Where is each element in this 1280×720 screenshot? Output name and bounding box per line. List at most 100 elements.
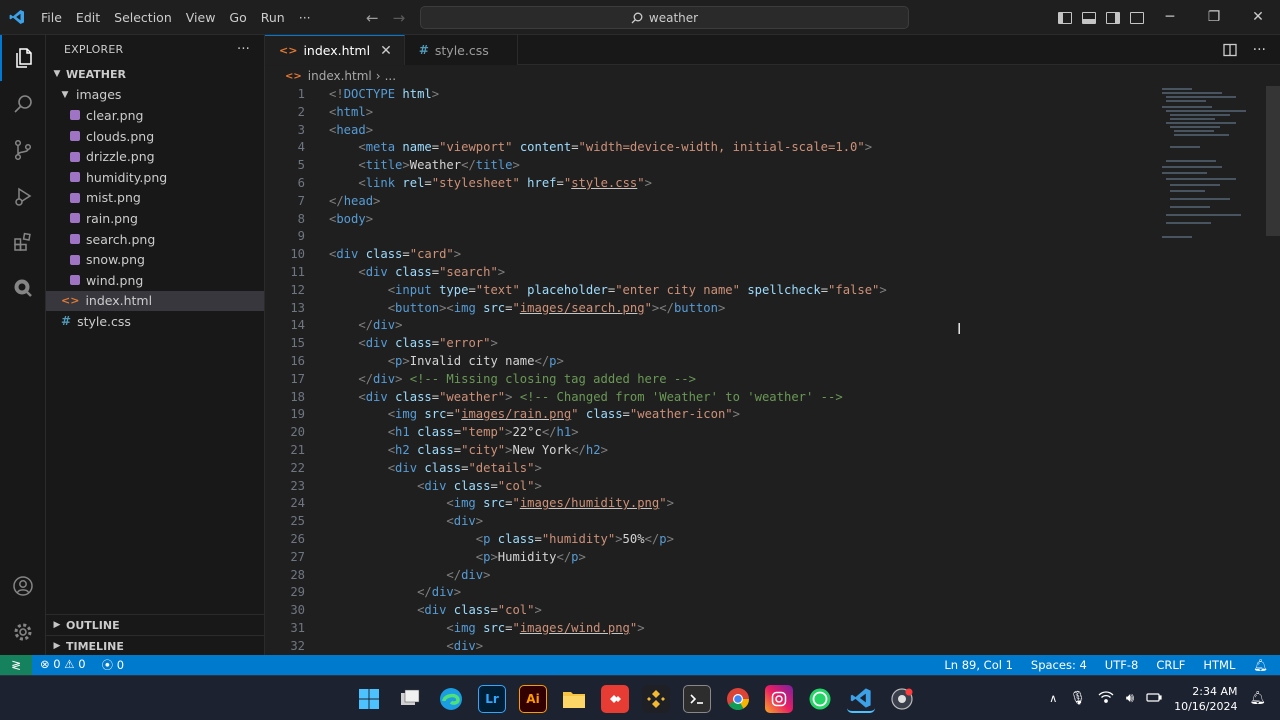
minimize-icon[interactable]: ─ (1148, 0, 1192, 35)
code-editor[interactable]: 1 <!DOCTYPE html> 2 <html> 3 <head> 4 <meta… (265, 86, 1280, 655)
tree-file-mist[interactable]: mist.png (46, 188, 264, 209)
source-control-icon[interactable] (0, 127, 46, 173)
cursor-position[interactable]: Ln 89, Col 1 (944, 658, 1013, 672)
taskbar-clock[interactable]: 2:34 AM 10/16/2024 (1174, 684, 1237, 714)
file-explorer-icon[interactable] (560, 685, 588, 713)
forward-arrow-icon[interactable]: → (393, 9, 406, 27)
breadcrumb-more[interactable]: ... (385, 69, 396, 83)
editor-scrollbar[interactable] (1266, 86, 1280, 236)
terminal-icon[interactable] (683, 684, 711, 713)
manage-gear-icon[interactable] (0, 609, 46, 655)
tree-file-search[interactable]: search.png (46, 229, 264, 250)
accounts-icon[interactable] (0, 563, 46, 609)
chrome-icon[interactable] (724, 685, 752, 713)
extensions-icon[interactable] (0, 219, 46, 265)
folder-images[interactable]: ▼ images (46, 85, 264, 106)
chevron-right-icon: ▶ (53, 641, 61, 651)
close-window-icon[interactable]: ✕ (1236, 0, 1280, 35)
toggle-panel-icon[interactable] (1082, 11, 1096, 24)
folder-root-label: WEATHER (66, 67, 127, 81)
battery-icon[interactable] (1146, 691, 1162, 706)
command-center-search[interactable]: weather (420, 6, 909, 29)
code-text: <div class="col"> (417, 603, 542, 618)
tree-file-wind[interactable]: wind.png (46, 270, 264, 291)
tab-index-html[interactable]: <> index.html ✕ (265, 35, 405, 65)
remote-search-icon[interactable] (0, 265, 46, 311)
tree-file-rain[interactable]: rain.png (46, 208, 264, 229)
menu-more[interactable]: ··· (292, 0, 318, 35)
tab-style-css[interactable]: # style.css (404, 35, 518, 65)
code-line: 26 <p class="humidity">50%</p> (265, 531, 1165, 549)
code-text: <img src="images/humidity.png"> (446, 496, 674, 511)
end-of-line[interactable]: CRLF (1156, 658, 1185, 672)
vscode-taskbar-icon[interactable] (847, 685, 875, 713)
customize-layout-icon[interactable] (1130, 11, 1144, 24)
windows-start-icon[interactable] (355, 685, 383, 713)
ports-count: 0 (116, 658, 125, 672)
tree-file-drizzle[interactable]: drizzle.png (46, 146, 264, 167)
explorer-more-actions[interactable]: ··· (237, 42, 250, 57)
tree-file-clear[interactable]: clear.png (46, 105, 264, 126)
tree-file-style-css[interactable]: # style.css (46, 311, 264, 332)
tree-file-clouds[interactable]: clouds.png (46, 126, 264, 147)
menu-edit[interactable]: Edit (69, 0, 107, 35)
error-icon: ⊗ (40, 657, 50, 671)
volume-icon[interactable]: 🔊︎ (1126, 691, 1134, 706)
tree-file-snow[interactable]: snow.png (46, 249, 264, 270)
whatsapp-icon[interactable] (806, 685, 834, 713)
problems-indicator[interactable]: ⊗ 0 ⚠ 0 (40, 657, 86, 673)
search-icon (631, 12, 643, 23)
line-number: 11 (290, 265, 305, 279)
breadcrumb-file[interactable]: index.html (308, 69, 372, 83)
more-actions-icon[interactable]: ··· (1253, 42, 1266, 58)
notifications-bell-icon[interactable]: 🔔︎ (1253, 658, 1268, 672)
html-file-icon: <> (279, 44, 298, 57)
menu-selection[interactable]: Selection (107, 0, 179, 35)
code-line: 2 <html> (265, 104, 1165, 122)
menu-run[interactable]: Run (254, 0, 292, 35)
back-arrow-icon[interactable]: ← (366, 9, 379, 27)
explorer-sidebar: EXPLORER ··· ▼ WEATHER ▼ images clear.pn… (46, 35, 265, 655)
language-mode[interactable]: HTML (1203, 658, 1235, 672)
search-view-icon[interactable] (0, 81, 46, 127)
menu-go[interactable]: Go (222, 0, 253, 35)
editor-tabs: <> index.html ✕ # style.css ··· (265, 35, 1280, 65)
toggle-sidebar-icon[interactable] (1058, 11, 1072, 24)
chevron-up-icon[interactable]: ∧ (1049, 692, 1057, 705)
line-number: 6 (297, 176, 305, 190)
menu-view[interactable]: View (179, 0, 223, 35)
timeline-section[interactable]: ▶ TIMELINE (46, 635, 265, 656)
toggle-secondary-sidebar-icon[interactable] (1106, 11, 1120, 24)
run-debug-icon[interactable] (0, 173, 46, 219)
anydesk-icon[interactable] (601, 684, 629, 713)
instagram-icon[interactable] (765, 684, 793, 713)
image-file-icon (70, 275, 80, 286)
code-line: 27 <p>Humidity</p> (265, 549, 1165, 567)
restore-icon[interactable]: ❐ (1192, 0, 1236, 35)
notifications-icon[interactable]: 🔔︎ (1249, 691, 1266, 706)
lightroom-icon[interactable]: Lr (478, 684, 506, 713)
close-tab-icon[interactable]: ✕ (380, 43, 392, 59)
menu-file[interactable]: File (34, 0, 69, 35)
binance-icon[interactable] (642, 684, 670, 713)
ports-indicator[interactable]: ⦿ 0 (102, 657, 124, 673)
edge-browser-icon[interactable] (437, 685, 465, 713)
outline-section[interactable]: ▶ OUTLINE (46, 614, 265, 635)
illustrator-icon[interactable]: Ai (519, 684, 547, 713)
image-file-icon (70, 110, 80, 121)
task-view-icon[interactable] (396, 685, 424, 713)
encoding[interactable]: UTF-8 (1105, 658, 1139, 672)
explorer-icon[interactable] (0, 35, 46, 81)
minimap[interactable] (1160, 86, 1265, 256)
tree-file-humidity[interactable]: humidity.png (46, 167, 264, 188)
menu-bar: File Edit Selection View Go Run ··· (34, 0, 318, 35)
wifi-icon[interactable] (1098, 691, 1114, 706)
tree-file-index-html[interactable]: <> index.html (46, 290, 264, 312)
split-editor-icon[interactable] (1222, 43, 1237, 57)
remote-indicator[interactable]: ≷ (0, 655, 32, 675)
indentation[interactable]: Spaces: 4 (1031, 658, 1087, 672)
folder-root[interactable]: ▼ WEATHER (46, 64, 264, 85)
tree-file-label: search.png (86, 231, 156, 247)
recorder-app-icon[interactable] (888, 685, 916, 713)
microphone-icon[interactable]: 🎙︎ (1069, 691, 1086, 706)
